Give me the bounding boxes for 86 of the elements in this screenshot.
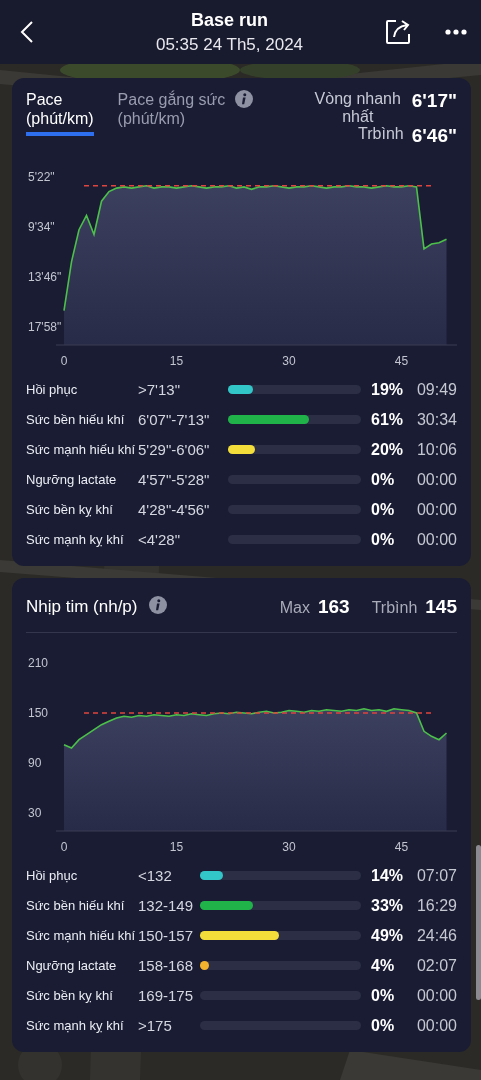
stat-value: 163 xyxy=(317,596,350,619)
zone-name: Sức mạnh kỵ khí xyxy=(26,1018,125,1034)
y-axis-label: 5'22" xyxy=(28,170,55,185)
activity-date: 05:35 24 Th5, 2024 xyxy=(155,34,304,55)
info-icon[interactable] xyxy=(149,596,168,615)
zone-range: 5'29"-6'06" xyxy=(138,441,211,459)
y-axis-label: 17'58" xyxy=(28,320,62,335)
stat-label: Trbình xyxy=(371,599,418,618)
zone-percent: 0% xyxy=(370,470,396,489)
y-axis-label: 210 xyxy=(28,656,49,671)
zone-time: 00:00 xyxy=(415,986,457,1005)
stat-value: 6'46" xyxy=(411,125,457,148)
y-axis-label: 9'34" xyxy=(28,220,55,235)
activity-title: Base run xyxy=(191,9,268,31)
zone-percent: 4% xyxy=(370,956,396,975)
x-axis-label: 45 xyxy=(394,840,409,855)
zone-time: 00:00 xyxy=(415,1016,457,1035)
zone-percent: 0% xyxy=(370,1016,396,1035)
zone-range: <132 xyxy=(138,867,173,885)
scrollbar[interactable] xyxy=(476,845,481,1000)
zone-time: 00:00 xyxy=(415,470,457,489)
zone-range: 4'57"-5'28" xyxy=(138,471,211,489)
zone-percent: 61% xyxy=(370,410,405,429)
zone-range: >175 xyxy=(138,1017,173,1035)
zone-percent: 0% xyxy=(370,986,396,1005)
stat-label: Max xyxy=(279,599,310,618)
stat-value: 6'17" xyxy=(411,90,457,112)
zone-range: 169-175 xyxy=(138,987,195,1005)
zone-name: Ngưỡng lactate xyxy=(26,472,118,488)
zone-percent: 0% xyxy=(370,500,396,519)
zone-name: Sức bền hiếu khí xyxy=(26,412,126,428)
zone-range: <4'28" xyxy=(138,531,181,549)
zone-time: 09:49 xyxy=(415,380,457,399)
zone-percent: 33% xyxy=(370,896,405,915)
y-axis-label: 90 xyxy=(28,756,42,771)
zone-time: 30:34 xyxy=(415,410,457,429)
y-axis-label: 150 xyxy=(28,706,49,721)
chart-tab[interactable]: Pace (phút/km) xyxy=(26,90,94,137)
zone-name: Hồi phục xyxy=(26,382,79,398)
more-icon xyxy=(445,29,467,35)
zone-percent: 14% xyxy=(370,866,405,885)
zone-time: 16:29 xyxy=(415,896,457,915)
zone-name: Sức mạnh kỵ khí xyxy=(26,532,125,548)
zone-percent: 19% xyxy=(370,380,405,399)
zone-time: 02:07 xyxy=(415,956,457,975)
x-axis-label: 30 xyxy=(282,354,296,369)
zone-range: 132-149 xyxy=(138,897,195,915)
stat-label: Vòng nhanh nhất xyxy=(313,90,402,126)
zone-time: 00:00 xyxy=(415,500,457,519)
zone-range: 158-168 xyxy=(138,957,195,975)
zone-name: Sức mạnh hiếu khí xyxy=(26,442,137,458)
zone-time: 10:06 xyxy=(415,440,457,459)
zone-name: Sức bền hiếu khí xyxy=(26,898,126,914)
stat-value: 145 xyxy=(425,596,457,619)
stat-label: Trbình xyxy=(357,125,404,143)
x-axis-label: 0 xyxy=(60,354,68,369)
x-axis-label: 15 xyxy=(169,354,184,369)
x-axis-label: 0 xyxy=(60,840,68,855)
zone-percent: 49% xyxy=(370,926,405,945)
share-button[interactable] xyxy=(385,19,411,45)
zone-name: Sức bền kỵ khí xyxy=(26,988,114,1004)
x-axis-label: 15 xyxy=(169,840,184,855)
zone-range: 6'07"-7'13" xyxy=(138,411,211,429)
share-icon xyxy=(385,19,411,45)
zone-time: 00:00 xyxy=(415,530,457,549)
chart-tab[interactable]: Pace gắng sức (phút/km) xyxy=(117,90,254,137)
zone-name: Sức mạnh hiếu khí xyxy=(26,928,137,944)
x-axis-label: 45 xyxy=(394,354,409,369)
zone-name: Ngưỡng lactate xyxy=(26,958,118,974)
zone-range: 4'28"-4'56" xyxy=(138,501,211,519)
zone-percent: 20% xyxy=(370,440,405,459)
zone-name: Hồi phục xyxy=(26,868,79,884)
zone-name: Sức bền kỵ khí xyxy=(26,502,114,518)
card-title: Nhịp tim (nh/p) xyxy=(26,597,138,618)
x-axis-label: 30 xyxy=(282,840,296,855)
zone-percent: 0% xyxy=(370,530,396,549)
zone-time: 07:07 xyxy=(415,866,457,885)
back-button[interactable] xyxy=(20,20,34,44)
more-button[interactable] xyxy=(445,29,467,35)
zone-range: 150-157 xyxy=(138,927,195,945)
back-icon xyxy=(20,20,34,44)
y-axis-label: 13'46" xyxy=(28,270,62,285)
zone-time: 24:46 xyxy=(415,926,457,945)
info-icon[interactable] xyxy=(235,90,254,108)
y-axis-label: 30 xyxy=(28,806,42,821)
zone-range: >7'13" xyxy=(138,381,181,399)
